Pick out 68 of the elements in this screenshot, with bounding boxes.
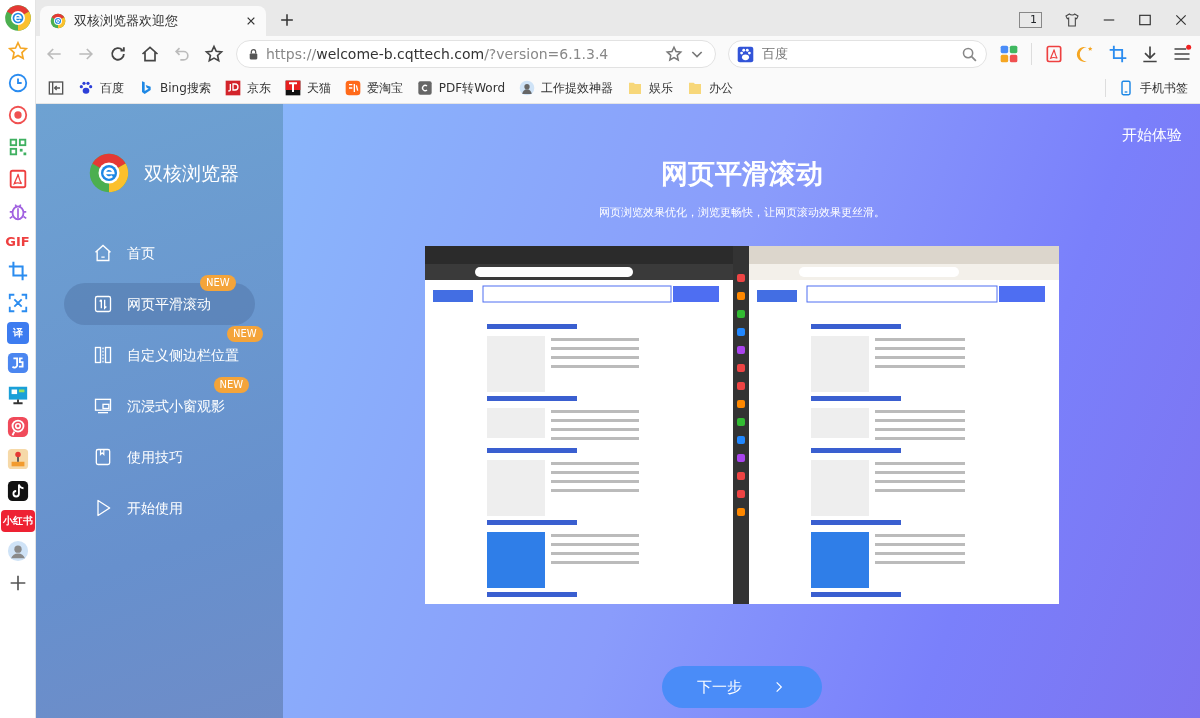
new-tab-icon[interactable] (280, 13, 294, 27)
maximize-icon[interactable] (1138, 13, 1152, 27)
browser-tab[interactable]: 双核浏览器欢迎您 (40, 6, 266, 36)
crop-icon[interactable] (6, 260, 29, 282)
browser-logo-icon[interactable] (3, 4, 32, 32)
apps-grid-icon[interactable] (999, 44, 1019, 64)
new-badge: NEW (213, 377, 250, 393)
browser-logo-icon (88, 152, 130, 194)
tmall-logo-icon (284, 79, 301, 96)
site-logo-icon (50, 13, 66, 29)
bookmark-link[interactable]: 工作提效神器 (519, 78, 614, 97)
avatar-icon (519, 79, 536, 96)
home-icon[interactable] (140, 44, 160, 64)
music-note-icon[interactable] (6, 480, 29, 502)
paw-icon (78, 79, 94, 96)
star-icon[interactable] (6, 40, 29, 62)
js-app-icon[interactable] (6, 352, 29, 374)
download-icon[interactable] (1140, 44, 1160, 64)
jd-logo-icon (224, 79, 241, 96)
page-subtitle: 网页浏览效果优化，浏览更畅快，让网页滚动效果更丝滑。 (598, 204, 885, 221)
close-icon[interactable] (246, 16, 256, 26)
clock-icon[interactable] (6, 72, 29, 94)
ring-app-icon[interactable] (6, 416, 29, 438)
shirt-icon[interactable] (1064, 12, 1080, 28)
document-icon (416, 79, 433, 96)
url-text: https://welcome-b.cqttech.com/?version=6.1.3.4 (266, 44, 609, 64)
monitor-icon[interactable] (6, 384, 29, 406)
tab-count-icon[interactable]: 1 (1019, 12, 1042, 28)
bookmark-link[interactable]: 手机书签 (1105, 78, 1188, 97)
lock-icon (247, 47, 260, 61)
home-icon (93, 243, 113, 263)
pdf-icon[interactable] (1044, 44, 1064, 64)
scroll-icon (93, 294, 113, 314)
search-bar[interactable]: 百度 (727, 40, 987, 68)
new-badge: NEW (227, 326, 263, 342)
bookmark-link[interactable]: 百度 (78, 78, 124, 97)
bookmark-link[interactable]: 京东 (224, 78, 271, 97)
bookmark-link[interactable]: PDF转Word (416, 78, 506, 97)
new-badge: NEW (200, 275, 236, 291)
star-icon[interactable] (664, 45, 683, 63)
paw-icon (736, 45, 754, 63)
search-field[interactable]: 百度 (759, 43, 955, 65)
star-icon[interactable] (204, 44, 224, 64)
bookmark-book-icon (93, 447, 113, 467)
search-icon[interactable] (961, 45, 978, 63)
bookmark-link[interactable]: 办公 (687, 78, 734, 97)
avatar-icon[interactable] (6, 540, 29, 562)
record-icon[interactable] (6, 104, 29, 126)
phone-icon (1118, 79, 1134, 96)
address-bar[interactable]: https://welcome-b.cqttech.com/?version=6.1.3.4 (236, 40, 716, 68)
translate-icon[interactable]: 译 (6, 322, 29, 344)
bookmark-link[interactable]: 天猫 (284, 78, 331, 97)
sidebar-layout-icon (93, 345, 113, 365)
mini-window-icon (93, 396, 113, 416)
brand-name: 双核浏览器 (144, 160, 239, 186)
text-scan-icon[interactable] (6, 292, 29, 314)
taobao-logo-icon (344, 79, 361, 96)
bookmark-link[interactable]: 娱乐 (627, 78, 674, 97)
sidebar-toggle-icon[interactable] (48, 79, 64, 96)
joystick-icon[interactable] (6, 448, 29, 470)
bookmark-link[interactable]: 爱淘宝 (344, 78, 403, 97)
page-heading: 网页平滑滚动 (660, 157, 823, 191)
gif-icon[interactable]: GIF (6, 230, 29, 252)
bookmark-link[interactable]: Bing搜索 (138, 78, 211, 97)
crop-icon[interactable] (1108, 44, 1128, 64)
xiaohongshu-icon[interactable]: 小红书 (0, 510, 35, 532)
close-icon[interactable] (1174, 13, 1188, 27)
reload-icon[interactable] (108, 44, 128, 64)
